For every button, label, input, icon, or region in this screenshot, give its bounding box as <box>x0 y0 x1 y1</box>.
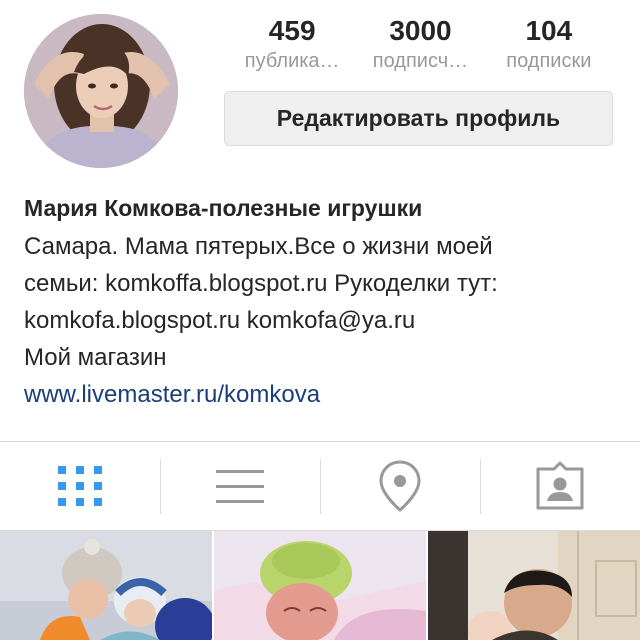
bio-shop-text: Мой магазин <box>24 344 167 371</box>
photo-thumbnail[interactable] <box>214 531 426 640</box>
posts-count: 459 <box>268 15 316 46</box>
tab-list[interactable] <box>160 442 320 530</box>
posts-stat[interactable]: 459 публика… <box>228 14 356 76</box>
profile-stats: 459 публика… 3000 подписч… 104 подписки <box>228 14 613 76</box>
posts-label: публика… <box>244 50 340 72</box>
photo-thumbnail[interactable] <box>0 531 212 640</box>
location-pin-icon <box>379 460 421 512</box>
profile-avatar[interactable] <box>24 14 178 168</box>
tab-tagged[interactable] <box>480 442 640 530</box>
photo-thumbnail[interactable] <box>428 531 640 640</box>
edit-profile-button[interactable]: Редактировать профиль <box>224 91 613 146</box>
following-label: подписки <box>506 50 592 72</box>
followers-label: подписч… <box>372 50 469 72</box>
profile-name: Мария Комкова-полезные игрушки <box>24 195 423 221</box>
bio-line-1: Самара. Мама пятерых.Все о жизни моей <box>24 233 493 260</box>
bio-line-2: семьи: komkoffa.blogspot.ru Рукоделки ту… <box>24 270 498 297</box>
grid-icon <box>58 466 102 506</box>
following-count: 104 <box>525 15 573 46</box>
list-icon <box>216 470 264 503</box>
following-stat[interactable]: 104 подписки <box>485 14 613 76</box>
profile-view-tabs <box>0 442 640 530</box>
website-link[interactable]: www.livemaster.ru/komkova <box>24 376 624 413</box>
followers-stat[interactable]: 3000 подписч… <box>356 14 484 76</box>
photo-grid <box>0 531 640 640</box>
tagged-photos-icon <box>536 461 584 510</box>
tab-locations[interactable] <box>320 442 480 530</box>
bio-line-3: komkofa.blogspot.ru komkofa@ya.ru <box>24 307 416 334</box>
followers-count: 3000 <box>389 15 452 46</box>
tab-grid[interactable] <box>0 442 160 530</box>
profile-bio: Мария Комкова-полезные игрушки Самара. М… <box>24 192 624 413</box>
